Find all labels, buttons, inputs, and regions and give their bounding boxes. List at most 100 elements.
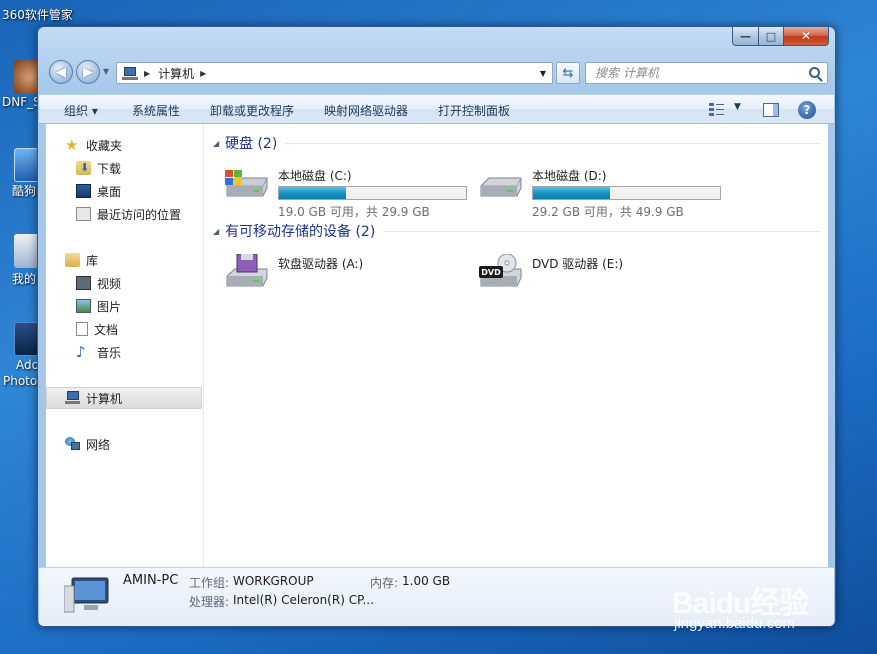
back-button[interactable]: ◀ [49, 60, 73, 84]
recent-places-icon [76, 207, 91, 221]
divider [383, 230, 820, 232]
hard-drive-windows-icon [225, 170, 268, 197]
memory-label: 内存: [370, 576, 399, 590]
breadcrumb-separator-icon[interactable]: ▶ [144, 69, 150, 78]
change-view-icon[interactable] [709, 103, 725, 116]
uninstall-program-button[interactable]: 卸载或更改程序 [210, 102, 294, 119]
open-control-panel-button[interactable]: 打开控制面板 [438, 102, 510, 119]
map-network-drive-button[interactable]: 映射网络驱动器 [324, 102, 408, 119]
nav-item-label: 音乐 [97, 345, 122, 360]
refresh-icon: ⇆ [562, 65, 574, 81]
maximize-button[interactable]: □ [759, 27, 784, 46]
content-area: ◢ 硬盘 (2) 本地磁盘 (C:) 19.0 GB 可用，共 29.9 GB … [205, 124, 828, 567]
desktop-icon-label[interactable]: 酷狗 [12, 182, 36, 199]
navigation-bar: ◀ ▶ ▼ ▶ 计算机 ▶ ▼ ⇆ [46, 59, 828, 87]
drive-usage-fill [279, 187, 347, 199]
divider [285, 142, 820, 144]
drive-usage-fill [533, 187, 610, 199]
view-options-dropdown-icon[interactable]: ▼ [734, 102, 741, 112]
breadcrumb-separator-icon[interactable]: ▶ [200, 69, 206, 78]
hard-drive-icon [480, 177, 522, 197]
watermark-url: jingyan.baidu.com [674, 615, 795, 632]
nav-item-label: 网络 [86, 437, 111, 452]
drive-floppy-a[interactable]: 软盘驱动器 (A:) [223, 249, 483, 301]
organize-button[interactable]: 组织 ▾ [64, 102, 98, 119]
nav-item-label: 下载 [97, 161, 122, 176]
dvd-drive-icon: DVD [479, 254, 522, 287]
nav-item-label: 视频 [97, 276, 122, 291]
group-header-hard-disks[interactable]: ◢ 硬盘 (2) [213, 133, 820, 153]
processor-value: Intel(R) Celeron(R) CP... [233, 593, 374, 607]
search-box[interactable] [585, 62, 828, 84]
search-input[interactable] [595, 64, 805, 82]
breadcrumb-computer[interactable]: 计算机 [158, 65, 194, 82]
system-properties-button[interactable]: 系统属性 [132, 102, 180, 119]
command-bar: 组织 ▾ 系统属性 卸载或更改程序 映射网络驱动器 打开控制面板 ▼ ? [39, 94, 834, 124]
drive-usage-bar [278, 186, 467, 200]
drive-free-space: 29.2 GB 可用，共 49.9 GB [532, 205, 684, 219]
group-title: 硬盘 (2) [225, 136, 278, 152]
preview-pane-icon[interactable] [763, 103, 779, 117]
processor-label: 处理器: [189, 595, 230, 609]
desktop-icon-label[interactable]: 360软件管家 [2, 6, 73, 23]
forward-button[interactable]: ▶ [76, 60, 100, 84]
computer-icon [122, 66, 138, 80]
group-header-removable[interactable]: ◢ 有可移动存储的设备 (2) [213, 221, 820, 241]
search-icon[interactable] [809, 67, 820, 78]
baidu-watermark: Baidu经验 jingyan.baidu.com [672, 578, 832, 638]
drive-c[interactable]: 本地磁盘 (C:) 19.0 GB 可用，共 29.9 GB [223, 161, 483, 219]
nav-item-libraries[interactable]: 库 [46, 249, 202, 271]
drive-dvd-e[interactable]: DVD DVD 驱动器 (E:) [477, 249, 737, 301]
drive-usage-bar [532, 186, 721, 200]
desktop-icon-label[interactable]: Ado [16, 358, 39, 372]
drive-d[interactable]: 本地磁盘 (D:) 29.2 GB 可用，共 49.9 GB [477, 161, 737, 219]
maximize-icon: □ [765, 29, 777, 43]
nav-item-favorites[interactable]: ★ 收藏夹 [46, 134, 202, 156]
desktop-icon [76, 184, 91, 198]
navigation-pane: ★ 收藏夹 ⬇ 下载 桌面 最近访问的位置 库 视频 图片 文档 ♪ 音乐 计算… [46, 124, 204, 567]
nav-item-label: 计算机 [86, 391, 123, 406]
downloads-folder-icon: ⬇ [76, 161, 91, 175]
nav-item-label: 桌面 [97, 184, 122, 199]
recent-pages-dropdown[interactable]: ▼ [103, 67, 109, 76]
desktop-icon-label[interactable]: Photo [3, 374, 37, 388]
nav-item-pictures[interactable]: 图片 [46, 295, 202, 317]
memory-value: 1.00 GB [402, 574, 451, 588]
star-icon: ★ [65, 136, 79, 154]
nav-item-network[interactable]: 网络 [46, 433, 202, 455]
close-button[interactable]: ✕ [784, 27, 829, 46]
dvd-badge-text: DVD [481, 268, 501, 277]
drive-free-space: 19.0 GB 可用，共 29.9 GB [278, 205, 430, 219]
nav-item-recent[interactable]: 最近访问的位置 [46, 203, 202, 225]
nav-item-documents[interactable]: 文档 [46, 318, 202, 340]
nav-item-label: 最近访问的位置 [97, 207, 182, 222]
address-bar[interactable]: ▶ 计算机 ▶ ▼ [116, 62, 553, 84]
nav-item-label: 库 [86, 253, 99, 268]
nav-item-videos[interactable]: 视频 [46, 272, 202, 294]
desktop-icon-label[interactable]: DNF_S [2, 95, 41, 109]
video-icon [76, 276, 91, 290]
workgroup-label: 工作组: [189, 576, 230, 590]
minimize-button[interactable]: — [732, 27, 759, 46]
nav-item-computer[interactable]: 计算机 [46, 387, 202, 409]
computer-name: AMIN-PC [123, 573, 179, 588]
forward-arrow-icon: ▶ [83, 64, 93, 80]
nav-item-downloads[interactable]: ⬇ 下载 [46, 157, 202, 179]
computer-large-icon [64, 577, 109, 613]
collapse-triangle-icon[interactable]: ◢ [213, 227, 225, 236]
help-icon[interactable]: ? [798, 101, 816, 119]
close-icon: ✕ [800, 29, 812, 43]
minimize-icon: — [740, 29, 751, 43]
window-controls: — □ ✕ [732, 27, 829, 46]
drive-name: 本地磁盘 (D:) [532, 169, 607, 183]
desktop-icon-label[interactable]: 我的 [12, 270, 36, 287]
address-dropdown-icon[interactable]: ▼ [534, 63, 552, 83]
nav-item-desktop[interactable]: 桌面 [46, 180, 202, 202]
library-folder-icon [65, 253, 80, 267]
collapse-triangle-icon[interactable]: ◢ [213, 139, 225, 148]
nav-item-music[interactable]: ♪ 音乐 [46, 341, 202, 363]
documents-icon [76, 322, 88, 336]
explorer-window: — □ ✕ ◀ ▶ ▼ ▶ 计算机 ▶ ▼ ⇆ 组织 ▾ 系统属性 卸载或更改程… [37, 26, 836, 627]
refresh-button[interactable]: ⇆ [556, 62, 580, 84]
workgroup-value: WORKGROUP [233, 574, 314, 588]
